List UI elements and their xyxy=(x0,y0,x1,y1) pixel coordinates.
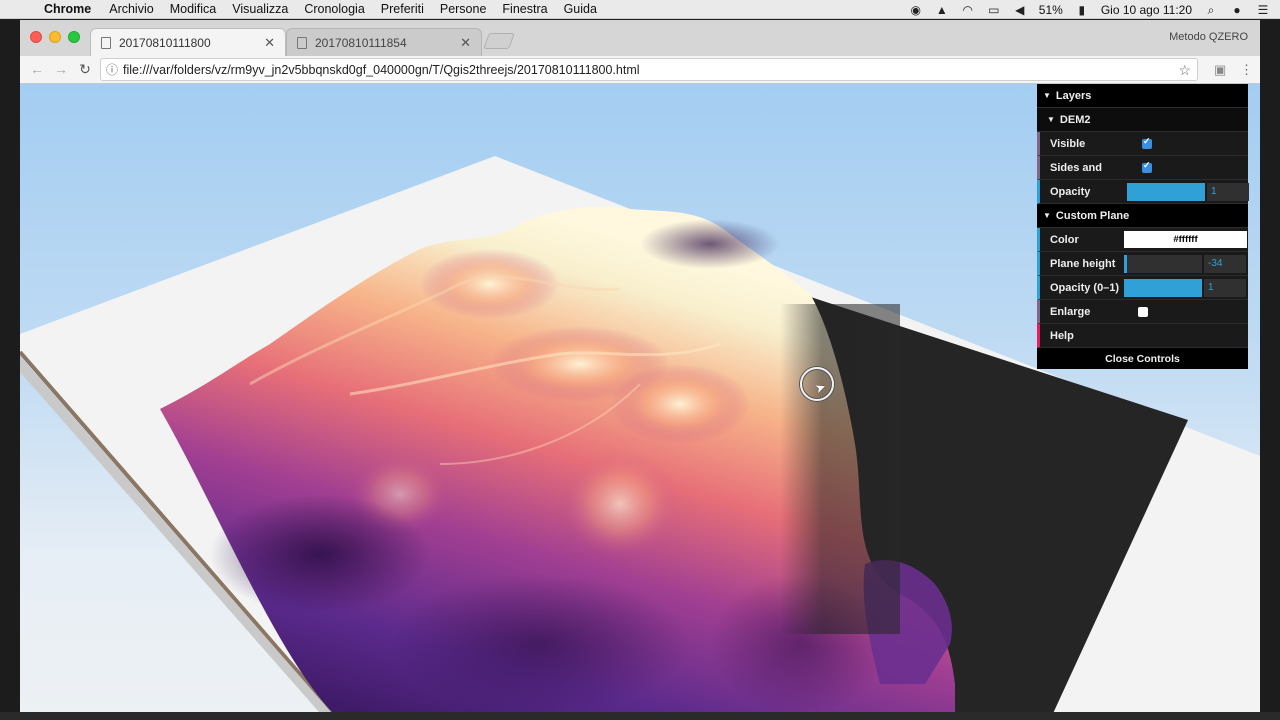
tab-active[interactable]: 20170810111800 ✕ xyxy=(90,28,286,56)
new-tab-button[interactable] xyxy=(483,33,515,49)
close-window-button[interactable] xyxy=(30,31,42,43)
opacity-slider[interactable] xyxy=(1127,183,1205,201)
close-tab-icon[interactable]: ✕ xyxy=(264,35,275,51)
plane-opacity-slider[interactable] xyxy=(1124,279,1202,297)
menu-preferiti[interactable]: Preferiti xyxy=(381,2,424,16)
help-button[interactable]: Help xyxy=(1040,330,1124,342)
notification-center-icon[interactable]: ☰ xyxy=(1256,3,1270,17)
collapse-triangle-icon: ▼ xyxy=(1043,211,1051,220)
airplay-icon[interactable]: ▭ xyxy=(987,3,1001,17)
slider-fill xyxy=(1127,183,1205,201)
control-enlarge[interactable]: Enlarge xyxy=(1037,300,1248,324)
folder-dem2[interactable]: ▼ DEM2 xyxy=(1037,108,1248,132)
menu-cronologia[interactable]: Cronologia xyxy=(304,2,364,16)
volume-icon[interactable]: ◀ xyxy=(1013,3,1027,17)
forward-arrow-icon[interactable]: → xyxy=(52,61,70,77)
control-opacity[interactable]: Opacity 1 xyxy=(1037,180,1249,204)
spotlight-icon[interactable]: ⌕ xyxy=(1204,3,1218,17)
document-icon xyxy=(297,36,307,49)
color-input[interactable]: #ffffff xyxy=(1124,231,1247,248)
app-menu-chrome[interactable]: Chrome xyxy=(44,2,91,16)
control-label: Sides and xyxy=(1050,161,1102,174)
minimize-window-button[interactable] xyxy=(49,31,61,43)
close-tab-icon[interactable]: ✕ xyxy=(460,35,471,51)
menu-guida[interactable]: Guida xyxy=(564,2,597,16)
control-plane-height[interactable]: Plane height -34 xyxy=(1037,252,1248,276)
control-color[interactable]: Color #ffffff xyxy=(1037,228,1248,252)
wifi-icon[interactable]: ◠ xyxy=(961,3,975,17)
control-label: Enlarge xyxy=(1050,305,1091,318)
drive-icon[interactable]: ▲ xyxy=(935,3,949,17)
tab-title: 20170810111800 xyxy=(119,35,211,50)
opacity-number-input[interactable]: 1 xyxy=(1207,183,1249,201)
threejs-viewport[interactable]: ➤ ▼ Layers ▼ DEM2 Visible Sides and Opac… xyxy=(20,84,1260,720)
control-sides[interactable]: Sides and xyxy=(1037,156,1248,180)
menu-kebab-icon[interactable]: ⋮ xyxy=(1240,62,1253,78)
battery-icon[interactable]: ▮ xyxy=(1075,3,1089,17)
control-label: Plane height xyxy=(1050,257,1116,270)
tab-strip: 20170810111800 ✕ 20170810111854 ✕ Metodo… xyxy=(20,20,1260,56)
document-icon xyxy=(101,36,111,49)
menu-archivio[interactable]: Archivio xyxy=(109,2,153,16)
collapse-triangle-icon: ▼ xyxy=(1047,115,1055,124)
folder-title: Custom Plane xyxy=(1055,209,1130,222)
back-arrow-icon[interactable]: ← xyxy=(28,61,46,77)
url-text[interactable]: file:///var/folders/vz/rm9yv_jn2v5bbqnsk… xyxy=(123,63,640,77)
collapse-triangle-icon: ▼ xyxy=(1043,91,1051,100)
status-area: ◉ ▲ ◠ ▭ ◀ 51% ▮ Gio 10 ago 11:20 ⌕ ● ☰ xyxy=(909,0,1270,19)
peak-highlight xyxy=(610,364,750,444)
clock[interactable]: Gio 10 ago 11:20 xyxy=(1101,3,1192,17)
control-plane-opacity[interactable]: Opacity (0–1) 1 xyxy=(1037,276,1248,300)
menu-bar: Chrome Archivio Modifica Visualizza Cron… xyxy=(0,0,1280,19)
folder-title: Layers xyxy=(1055,89,1092,102)
folder-custom-plane[interactable]: ▼ Custom Plane xyxy=(1037,204,1248,228)
menu-persone[interactable]: Persone xyxy=(440,2,487,16)
browser-toolbar: ← → ↻ ⓘ file:///var/folders/vz/rm9yv_jn2… xyxy=(20,56,1260,84)
profile-name[interactable]: Metodo QZERO xyxy=(1169,31,1248,43)
control-visible[interactable]: Visible xyxy=(1037,132,1248,156)
browser-window: 20170810111800 ✕ 20170810111854 ✕ Metodo… xyxy=(20,20,1260,720)
plane-height-slider[interactable] xyxy=(1124,255,1202,273)
close-controls-label: Close Controls xyxy=(1105,352,1180,365)
sides-checkbox[interactable] xyxy=(1142,160,1152,173)
window-controls xyxy=(30,31,80,43)
visible-checkbox[interactable] xyxy=(1142,136,1152,149)
valley-shade xyxy=(640,219,780,269)
menu-visualizza[interactable]: Visualizza xyxy=(232,2,288,16)
valley-shade xyxy=(390,574,690,714)
enlarge-checkbox[interactable] xyxy=(1138,306,1148,317)
siri-icon[interactable]: ● xyxy=(1230,3,1244,17)
tab-title: 20170810111854 xyxy=(315,35,407,50)
folder-layers[interactable]: ▼ Layers xyxy=(1037,84,1248,108)
close-controls-button[interactable]: Close Controls xyxy=(1037,348,1248,369)
slider-fill xyxy=(1124,255,1128,273)
plane-height-number-input[interactable]: -34 xyxy=(1204,255,1246,273)
folder-title: DEM2 xyxy=(1059,113,1091,126)
tab-inactive[interactable]: 20170810111854 ✕ xyxy=(286,28,482,56)
shadow-transition xyxy=(780,304,900,634)
menu-modifica[interactable]: Modifica xyxy=(170,2,217,16)
dock-edge xyxy=(0,712,1280,720)
slider-fill xyxy=(1124,279,1202,297)
valley-shade xyxy=(210,494,430,614)
zoom-window-button[interactable] xyxy=(68,31,80,43)
control-label: Visible xyxy=(1050,137,1086,150)
peak-highlight xyxy=(420,249,560,319)
address-bar[interactable]: ⓘ file:///var/folders/vz/rm9yv_jn2v5bbqn… xyxy=(100,58,1198,81)
record-icon[interactable]: ◉ xyxy=(909,3,923,17)
control-label: Color xyxy=(1050,233,1079,246)
controls-panel: ▼ Layers ▼ DEM2 Visible Sides and Opacit… xyxy=(1037,84,1249,369)
plane-opacity-number-input[interactable]: 1 xyxy=(1204,279,1246,297)
menu-finestra[interactable]: Finestra xyxy=(502,2,547,16)
peak-highlight xyxy=(560,449,680,559)
control-label: Opacity xyxy=(1050,185,1091,198)
control-help[interactable]: Help xyxy=(1037,324,1248,348)
control-label: Opacity (0–1) xyxy=(1050,281,1120,294)
info-icon[interactable]: ⓘ xyxy=(101,61,123,78)
battery-percent[interactable]: 51% xyxy=(1039,3,1063,17)
reload-icon[interactable]: ↻ xyxy=(76,61,94,78)
extension-icon[interactable]: ▣ xyxy=(1214,62,1226,78)
bookmark-star-icon[interactable]: ☆ xyxy=(1178,62,1191,79)
